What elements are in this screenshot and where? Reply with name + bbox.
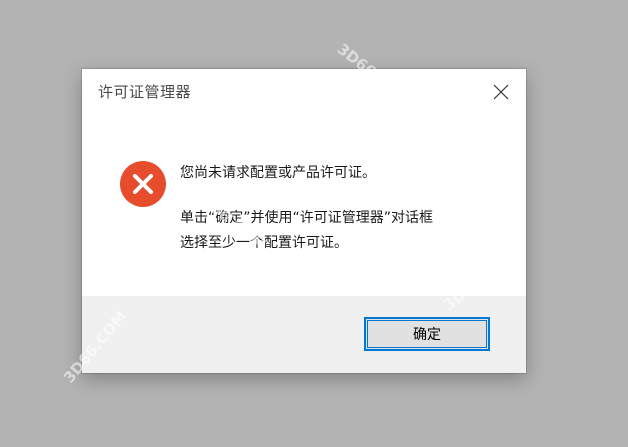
message-line-2: 单击“确定”并使用“许可证管理器”对话框: [180, 210, 434, 226]
close-button[interactable]: [486, 77, 516, 107]
dialog-title: 许可证管理器: [98, 83, 192, 101]
error-icon: [120, 161, 166, 207]
ok-button[interactable]: 确定: [364, 317, 490, 351]
license-manager-dialog: 许可证管理器 您尚未请求配置或产品许可证。 单击“确定”并使用“许可证管理器”对…: [82, 69, 526, 373]
message-line-1: 您尚未请求配置或产品许可证。: [180, 165, 376, 181]
title-bar: 许可证管理器: [82, 69, 526, 115]
dialog-footer: 确定: [82, 296, 526, 373]
close-icon: [493, 84, 509, 100]
dialog-content: 您尚未请求配置或产品许可证。 单击“确定”并使用“许可证管理器”对话框 选择至少…: [82, 115, 526, 296]
message-line-3: 选择至少一个配置许可证。: [180, 235, 348, 251]
